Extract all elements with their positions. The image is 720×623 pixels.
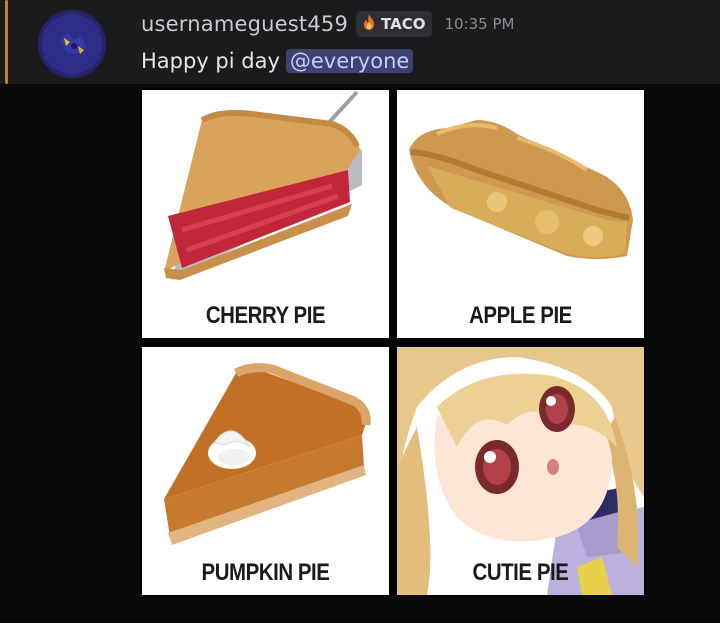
image-attachment[interactable]: CHERRY PIE APPLE PIE PUMPKIN PIE CUTIE P… bbox=[140, 88, 646, 596]
username[interactable]: usernameguest459 bbox=[141, 12, 348, 36]
apple-pie-illustration bbox=[409, 120, 633, 259]
pumpkin-pie-illustration bbox=[164, 363, 371, 545]
timestamp[interactable]: 10:35 PM bbox=[444, 15, 514, 33]
caption-pumpkin-pie: PUMPKIN PIE bbox=[201, 559, 330, 586]
guild-tag-label: TACO bbox=[381, 15, 426, 33]
guild-tag[interactable]: TACO bbox=[356, 11, 433, 37]
panel-apple-pie: APPLE PIE bbox=[397, 90, 644, 338]
message-header: usernameguest459 TACO 10:35 PM bbox=[141, 8, 514, 40]
anime-girl-illustration bbox=[397, 347, 644, 595]
panel-pumpkin-pie: PUMPKIN PIE bbox=[142, 347, 389, 595]
avatar[interactable] bbox=[38, 10, 106, 78]
mention-indicator-bar bbox=[5, 0, 8, 84]
message-text: Happy pi day bbox=[141, 49, 280, 73]
caption-cherry-pie: CHERRY PIE bbox=[205, 302, 326, 329]
fire-icon bbox=[361, 13, 377, 35]
caption-cutie-pie: CUTIE PIE bbox=[472, 559, 569, 586]
message-content: Happy pi day @everyone bbox=[141, 45, 414, 77]
panel-cutie-pie: CUTIE PIE bbox=[397, 347, 644, 595]
cherry-pie-illustration bbox=[164, 90, 362, 280]
everyone-mention[interactable]: @everyone bbox=[285, 49, 414, 73]
panel-cherry-pie: CHERRY PIE bbox=[142, 90, 389, 338]
caption-apple-pie: APPLE PIE bbox=[469, 302, 572, 329]
